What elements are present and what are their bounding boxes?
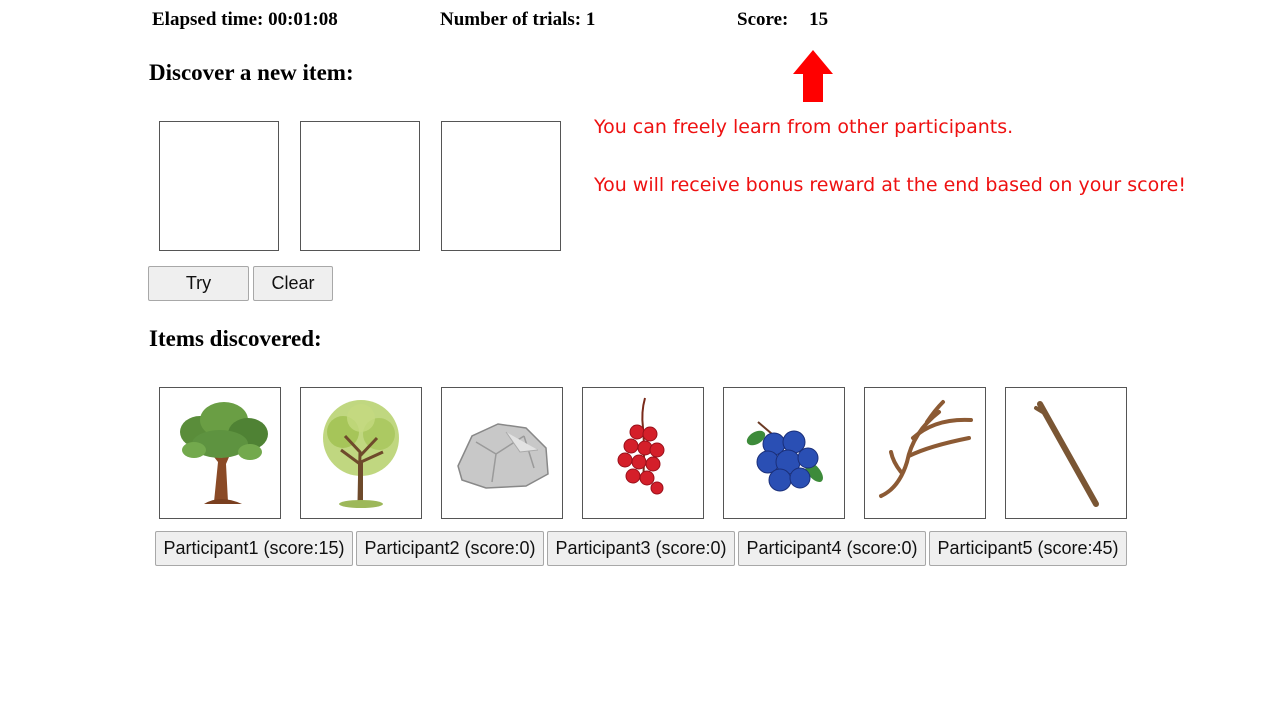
elapsed-time-label: Elapsed time: <box>152 9 264 30</box>
rock-icon <box>457 423 549 489</box>
combine-slot-1[interactable] <box>159 121 279 251</box>
discovered-heading: Items discovered: <box>149 326 322 351</box>
red-currant-icon <box>617 397 665 495</box>
clear-button[interactable]: Clear <box>253 266 333 301</box>
arrow-up-icon <box>793 50 833 102</box>
stick-icon <box>1034 401 1099 507</box>
score: Score: 15 <box>737 9 828 31</box>
combine-slot-3[interactable] <box>441 121 561 251</box>
oak-tree-icon <box>180 402 268 504</box>
discover-heading: Discover a new item: <box>149 60 354 85</box>
item-card-red-currant[interactable] <box>582 387 704 519</box>
score-value: 15 <box>809 9 829 30</box>
trial-count-label: Number of trials: <box>440 9 582 30</box>
elapsed-time-value: 00:01:08 <box>268 9 338 30</box>
participant-button-2[interactable]: Participant2 (score:0) <box>356 531 544 566</box>
participant-button-1[interactable]: Participant1 (score:15) <box>155 531 353 566</box>
try-button[interactable]: Try <box>148 266 249 301</box>
trial-count-value: 1 <box>585 9 596 30</box>
item-card-young-tree[interactable] <box>300 387 422 519</box>
participant-button-4[interactable]: Participant4 (score:0) <box>738 531 926 566</box>
antler-icon <box>879 400 973 498</box>
elapsed-time: Elapsed time: 00:01:08 <box>152 9 338 31</box>
participant-button-3[interactable]: Participant3 (score:0) <box>547 531 735 566</box>
participant-button-5[interactable]: Participant5 (score:45) <box>929 531 1127 566</box>
item-card-oak-tree[interactable] <box>159 387 281 519</box>
combine-slot-2[interactable] <box>300 121 420 251</box>
blueberry-icon <box>746 421 823 492</box>
bonus-note: You will receive bonus reward at the end… <box>594 174 1186 196</box>
score-label: Score: <box>737 9 789 30</box>
young-tree-icon <box>323 400 399 508</box>
item-card-blueberry[interactable] <box>723 387 845 519</box>
trial-count: Number of trials: 1 <box>440 9 595 31</box>
item-card-stick[interactable] <box>1005 387 1127 519</box>
learn-note: You can freely learn from other particip… <box>594 116 1014 138</box>
item-card-rock[interactable] <box>441 387 563 519</box>
item-card-antler[interactable] <box>864 387 986 519</box>
